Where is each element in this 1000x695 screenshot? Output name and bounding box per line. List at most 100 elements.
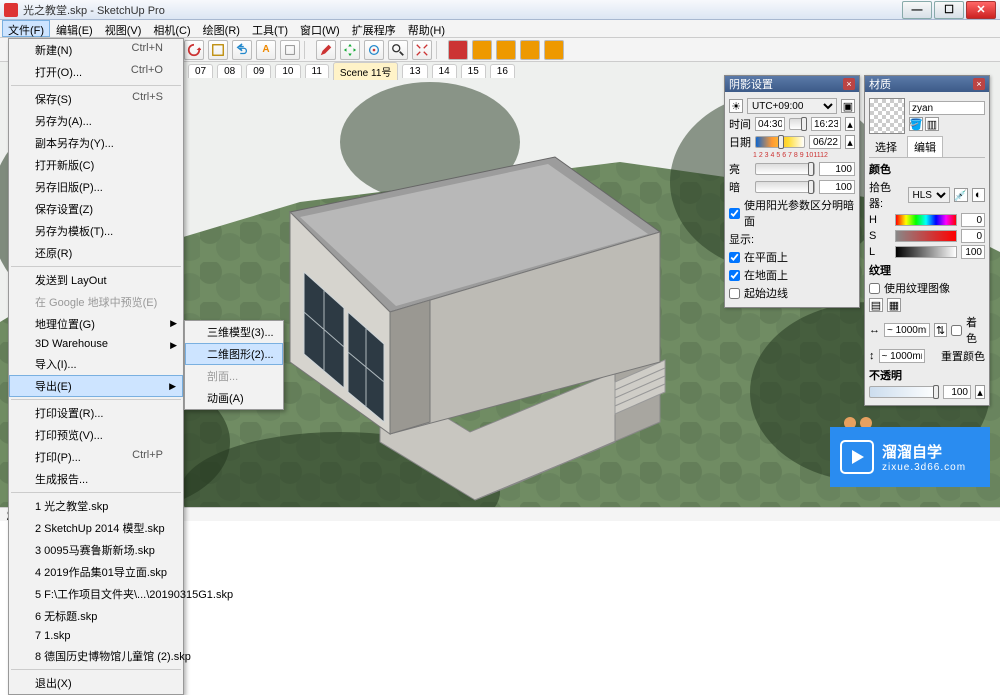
tex-width-input[interactable] <box>884 323 930 337</box>
material-name-input[interactable] <box>909 101 985 115</box>
menu-tools[interactable]: 工具(T) <box>246 20 294 37</box>
eyedropper-icon[interactable]: 💉 <box>954 188 968 202</box>
menu-item[interactable]: 保存设置(Z) <box>9 198 183 220</box>
shadow-toggle-icon[interactable]: ☀ <box>729 99 743 113</box>
tool-undo[interactable] <box>232 40 252 60</box>
tool-style-a[interactable]: A <box>256 40 276 60</box>
tab-10[interactable]: 10 <box>275 64 300 78</box>
menu-edit[interactable]: 编辑(E) <box>50 20 99 37</box>
h-input[interactable] <box>961 213 985 227</box>
opacity-input[interactable] <box>943 385 971 399</box>
menu-item[interactable]: 3 0095马赛鲁斯新场.skp <box>9 539 183 561</box>
menu-item[interactable]: 副本另存为(Y)... <box>9 132 183 154</box>
submenu-item[interactable]: 剖面... <box>185 365 283 387</box>
menu-item[interactable]: 8 德国历史博物馆儿童馆 (2).skp <box>9 645 183 667</box>
menu-camera[interactable]: 相机(C) <box>147 20 196 37</box>
render-2[interactable] <box>472 40 492 60</box>
edit-texture-icon[interactable]: ▦ <box>887 298 901 312</box>
tool-style-box[interactable] <box>280 40 300 60</box>
menu-item[interactable]: 另存为(A)... <box>9 110 183 132</box>
tab-15[interactable]: 15 <box>461 64 486 78</box>
create-material-icon[interactable]: ▥ <box>925 117 939 131</box>
date-stepper[interactable]: ▴ <box>845 135 855 149</box>
tool-new-scene[interactable] <box>208 40 228 60</box>
bucket-icon[interactable]: 🪣 <box>909 117 923 131</box>
browse-texture-icon[interactable]: ▤ <box>869 298 883 312</box>
menu-item[interactable]: 另存旧版(P)... <box>9 176 183 198</box>
menu-item[interactable]: 5 F:\工作项目文件夹\...\20190315G1.skp <box>9 583 183 605</box>
opacity-slider[interactable] <box>869 386 939 398</box>
tool-move[interactable] <box>340 40 360 60</box>
menu-item[interactable]: 打印(P)...Ctrl+P <box>9 446 183 468</box>
color-wheel-icon[interactable]: ◐ <box>972 188 985 202</box>
menu-item[interactable]: 生成报告... <box>9 468 183 490</box>
time-end-input[interactable] <box>811 117 841 131</box>
menu-help[interactable]: 帮助(H) <box>402 20 451 37</box>
h-slider[interactable] <box>895 214 957 226</box>
render-5[interactable] <box>544 40 564 60</box>
menu-item[interactable]: 另存为模板(T)... <box>9 220 183 242</box>
menu-draw[interactable]: 绘图(R) <box>197 20 246 37</box>
menu-item[interactable]: 地理位置(G)▶ <box>9 313 183 335</box>
material-swatch[interactable] <box>869 98 905 134</box>
on-ground-checkbox[interactable] <box>729 252 740 263</box>
minimize-button[interactable]: — <box>902 1 932 19</box>
light-slider[interactable] <box>755 163 815 175</box>
l-input[interactable] <box>961 245 985 259</box>
tool-pencil[interactable] <box>316 40 336 60</box>
menu-item[interactable]: 在 Google 地球中预览(E) <box>9 291 183 313</box>
close-button[interactable]: ✕ <box>966 1 996 19</box>
menu-file[interactable]: 文件(F) <box>2 20 50 37</box>
picker-mode-select[interactable]: HLS <box>908 187 950 203</box>
tab-scene11[interactable]: Scene 11号 <box>333 62 399 80</box>
menu-item[interactable]: 保存(S)Ctrl+S <box>9 88 183 110</box>
menu-item[interactable]: 打印预览(V)... <box>9 424 183 446</box>
menu-item[interactable]: 新建(N)Ctrl+N <box>9 39 183 61</box>
menu-item[interactable]: 1 光之教堂.skp <box>9 495 183 517</box>
time-start-input[interactable] <box>755 117 785 131</box>
reset-color-label[interactable]: 重置颜色 <box>941 348 985 364</box>
menu-item[interactable]: 发送到 LayOut <box>9 269 183 291</box>
tab-08[interactable]: 08 <box>217 64 242 78</box>
menu-item[interactable]: 退出(X) <box>9 672 183 694</box>
menu-item[interactable]: 还原(R) <box>9 242 183 264</box>
materials-panel[interactable]: 材质 × 🪣 ▥ 选择 编辑 颜色 拾色器: HLS 💉 ◐ H S L <box>864 75 990 406</box>
menu-item[interactable]: 3D Warehouse▶ <box>9 335 183 353</box>
menu-item[interactable]: 6 无标题.skp <box>9 605 183 627</box>
date-slider[interactable] <box>755 136 805 148</box>
tab-09[interactable]: 09 <box>246 64 271 78</box>
menu-item[interactable]: 打开新版(C) <box>9 154 183 176</box>
on-faces-checkbox[interactable] <box>729 270 740 281</box>
l-slider[interactable] <box>895 246 957 258</box>
colorize-checkbox[interactable] <box>951 325 962 336</box>
date-input[interactable] <box>809 135 841 149</box>
use-texture-checkbox[interactable] <box>869 283 880 294</box>
menu-item[interactable]: 4 2019作品集01导立面.skp <box>9 561 183 583</box>
s-slider[interactable] <box>895 230 957 242</box>
dark-slider[interactable] <box>755 181 815 193</box>
panel-close-icon[interactable]: × <box>973 78 985 90</box>
render-3[interactable] <box>496 40 516 60</box>
shadow-settings-panel[interactable]: 阴影设置 × ☀ UTC+09:00 ▣ 时间 ▴ 日期 ▴ 1 2 3 4 5… <box>724 75 860 308</box>
select-tab[interactable]: 选择 <box>869 137 903 157</box>
panel-header[interactable]: 阴影设置 × <box>725 76 859 92</box>
menu-window[interactable]: 窗口(W) <box>294 20 346 37</box>
tool-zoom-extents[interactable] <box>412 40 432 60</box>
maximize-button[interactable]: ☐ <box>934 1 964 19</box>
dark-input[interactable] <box>819 180 855 194</box>
use-sun-checkbox[interactable] <box>729 208 740 219</box>
from-edges-checkbox[interactable] <box>729 288 740 299</box>
tab-07[interactable]: 07 <box>188 64 213 78</box>
tab-11[interactable]: 11 <box>305 64 329 78</box>
menu-item[interactable]: 打印设置(R)... <box>9 402 183 424</box>
menu-item[interactable]: 导出(E)▶ <box>9 375 183 397</box>
time-slider[interactable] <box>789 118 807 130</box>
panel-header[interactable]: 材质 × <box>865 76 989 92</box>
submenu-item[interactable]: 动画(A) <box>185 387 283 409</box>
render-4[interactable] <box>520 40 540 60</box>
render-1[interactable] <box>448 40 468 60</box>
opacity-stepper[interactable]: ▴ <box>975 385 985 399</box>
tool-refresh[interactable] <box>184 40 204 60</box>
tab-16[interactable]: 16 <box>490 64 515 78</box>
menu-extensions[interactable]: 扩展程序 <box>346 20 402 37</box>
